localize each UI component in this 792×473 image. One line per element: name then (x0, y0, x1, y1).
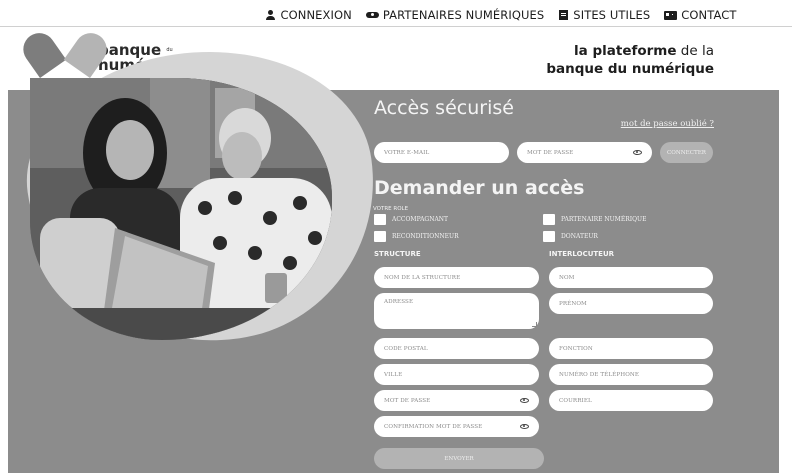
role-label: VOTRE ROLE (373, 206, 409, 212)
tagline-line2: banque du numérique (546, 61, 714, 77)
resize-handle-icon[interactable] (532, 322, 537, 327)
top-navigation: CONNEXION PARTENAIRES NUMÉRIQUES SITES U… (0, 8, 792, 22)
submit-button[interactable]: ENVOYER (374, 448, 544, 469)
nav-partenaires-label: PARTENAIRES NUMÉRIQUES (382, 8, 545, 22)
user-icon (265, 10, 276, 20)
tagline-bold: la plateforme (574, 43, 677, 59)
nav-divider (0, 26, 792, 27)
nav-connexion-label: CONNEXION (280, 8, 352, 22)
function-input[interactable]: FONCTION (549, 338, 713, 359)
firstname-input[interactable]: PRÉNOM (549, 293, 713, 314)
email-input[interactable]: VOTRE E-MAIL (374, 142, 509, 163)
role-partenaire[interactable]: PARTENAIRE NUMÉRIQUE (543, 214, 646, 225)
show-confirm-password-eye-icon[interactable] (520, 424, 529, 429)
show-password-eye-icon[interactable] (633, 150, 642, 155)
lastname-input[interactable]: NOM (549, 267, 713, 288)
nav-connexion[interactable]: CONNEXION (265, 8, 352, 22)
checkbox[interactable] (374, 214, 386, 225)
nav-partenaires[interactable]: PARTENAIRES NUMÉRIQUES (365, 8, 545, 22)
nav-sites-utiles[interactable]: SITES UTILES (558, 8, 650, 22)
role-partenaire-label: PARTENAIRE NUMÉRIQUE (561, 216, 647, 223)
checkbox[interactable] (543, 214, 555, 225)
page: CONNEXION PARTENAIRES NUMÉRIQUES SITES U… (0, 0, 792, 473)
logo-du: du (166, 47, 173, 53)
structure-section-title: STRUCTURE (374, 250, 421, 258)
role-reconditionneur-label: RECONDITIONNEUR (392, 233, 459, 240)
confirm-password-input[interactable]: CONFIRMATION MOT DE PASSE (374, 416, 539, 437)
contact-section-title: INTERLOCUTEUR (549, 250, 615, 258)
nav-contact[interactable]: CONTACT (664, 8, 736, 22)
request-title: Demander un accès (374, 177, 585, 199)
email-placeholder: VOTRE E-MAIL (384, 149, 430, 156)
checkbox[interactable] (543, 231, 555, 242)
role-accompagnant[interactable]: ACCOMPAGNANT (374, 214, 448, 225)
connect-button[interactable]: CONNECTER (660, 142, 713, 163)
address-placeholder: ADRESSE (384, 299, 414, 305)
password-input[interactable]: MOT DE PASSE (517, 142, 652, 163)
show-password-eye-icon[interactable] (520, 398, 529, 403)
password-placeholder: MOT DE PASSE (527, 149, 574, 156)
role-reconditionneur[interactable]: RECONDITIONNEUR (374, 231, 459, 242)
id-card-icon (664, 10, 678, 20)
nav-contact-label: CONTACT (681, 8, 737, 22)
confirm-password-placeholder: CONFIRMATION MOT DE PASSE (384, 423, 483, 430)
forgot-password-link[interactable]: mot de passe oublié ? (621, 119, 714, 129)
role-donateur-label: DONATEUR (561, 233, 598, 240)
role-donateur[interactable]: DONATEUR (543, 231, 598, 242)
contact-email-placeholder: COURRIEL (559, 397, 592, 404)
role-accompagnant-label: ACCOMPAGNANT (392, 216, 449, 223)
book-icon (558, 10, 569, 20)
contact-email-input[interactable]: COURRIEL (549, 390, 713, 411)
tagline: la plateforme de la banque du numérique (546, 42, 714, 78)
login-title: Accès sécurisé (374, 97, 514, 119)
structure-name-placeholder: NOM DE LA STRUCTURE (384, 274, 461, 281)
postal-code-placeholder: CODE POSTAL (384, 345, 428, 352)
structure-name-input[interactable]: NOM DE LA STRUCTURE (374, 267, 539, 288)
city-placeholder: VILLE (384, 371, 403, 378)
new-password-input[interactable]: MOT DE PASSE (374, 390, 539, 411)
address-textarea[interactable]: ADRESSE (374, 293, 539, 329)
lastname-placeholder: NOM (559, 274, 575, 281)
function-placeholder: FONCTION (559, 345, 593, 352)
city-input[interactable]: VILLE (374, 364, 539, 385)
heart-logo-icon (36, 38, 92, 78)
firstname-placeholder: PRÉNOM (559, 300, 587, 307)
phone-input[interactable]: NUMÉRO DE TÉLÉPHONE (549, 364, 713, 385)
phone-placeholder: NUMÉRO DE TÉLÉPHONE (559, 371, 640, 378)
tagline-rest: de la (676, 43, 714, 59)
new-password-placeholder: MOT DE PASSE (384, 397, 431, 404)
handshake-icon (365, 10, 379, 20)
nav-sites-utiles-label: SITES UTILES (573, 8, 651, 22)
postal-code-input[interactable]: CODE POSTAL (374, 338, 539, 359)
checkbox[interactable] (374, 231, 386, 242)
